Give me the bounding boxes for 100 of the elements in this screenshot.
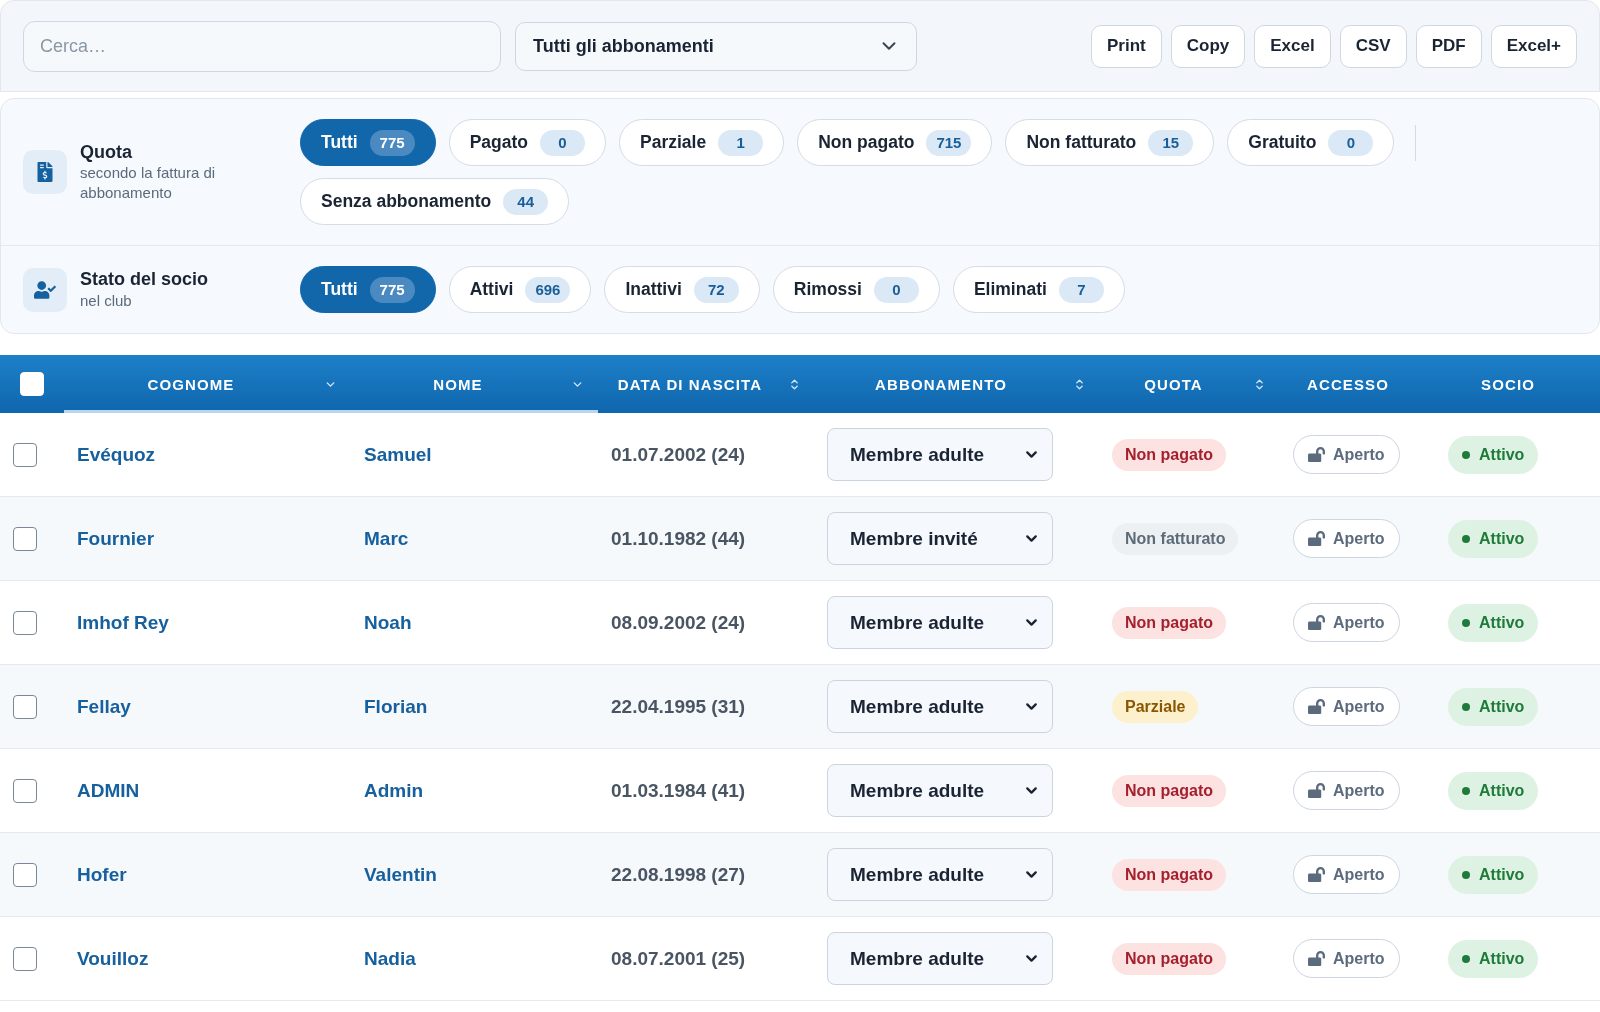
access-button[interactable]: Aperto — [1293, 771, 1400, 810]
first-name-link[interactable]: Valentin — [364, 863, 437, 886]
filter-title: Quota — [80, 141, 133, 164]
column-header[interactable]: DATA DI NASCITA — [598, 355, 815, 413]
padlock-open-icon — [1308, 950, 1325, 967]
filter-subtitle: nel club — [80, 290, 133, 311]
first-name-link[interactable]: Nadia — [364, 947, 416, 970]
membership-select[interactable]: Membre adulte — [827, 848, 1053, 901]
access-button[interactable]: Aperto — [1293, 435, 1400, 474]
row-checkbox[interactable] — [13, 694, 37, 719]
count-badge: 1 — [718, 129, 764, 156]
first-name-link[interactable]: Noah — [364, 611, 412, 634]
member-status-badge: Attivo — [1448, 519, 1539, 558]
status-dot-icon — [1462, 954, 1470, 963]
first-name-link[interactable]: Marc — [364, 527, 409, 550]
export-button[interactable]: Print — [1091, 24, 1162, 68]
export-button[interactable]: Copy — [1170, 24, 1246, 68]
first-name-link[interactable]: Florian — [364, 695, 428, 718]
filter-subtitle: secondo la fattura di abbonamento — [80, 163, 217, 203]
filter-title: Stato del socio — [80, 268, 209, 291]
row-checkbox[interactable] — [13, 526, 37, 551]
padlock-open-icon — [1308, 866, 1325, 883]
membership-select[interactable]: Membre adulte — [827, 428, 1053, 481]
filter-chip[interactable]: Inattivi 72 — [604, 266, 760, 313]
access-button[interactable]: Aperto — [1293, 855, 1400, 894]
status-dot-icon — [1462, 450, 1470, 459]
padlock-open-icon — [1308, 446, 1325, 463]
column-header[interactable]: NOME — [351, 355, 598, 413]
access-button[interactable]: Aperto — [1293, 519, 1400, 558]
filter-chip[interactable]: Eliminati 7 — [952, 266, 1125, 313]
surname-link[interactable]: ADMIN — [77, 779, 140, 802]
row-checkbox[interactable] — [13, 610, 37, 635]
sort-icon — [1073, 377, 1086, 391]
surname-link[interactable]: Imhof Rey — [77, 611, 169, 634]
first-name-link[interactable]: Admin — [364, 779, 424, 802]
first-name-link[interactable]: Samuel — [364, 443, 432, 466]
user-check-icon — [23, 267, 67, 312]
birth-date: 22.04.1995 (31) — [611, 695, 746, 718]
filter-chip[interactable]: Gratuito 0 — [1227, 119, 1395, 166]
surname-link[interactable]: Evéquoz — [77, 443, 156, 466]
filter-chip[interactable]: Senza abbonamento 44 — [300, 178, 570, 225]
export-button[interactable]: PDF — [1415, 24, 1482, 68]
member-status-badge: Attivo — [1448, 603, 1539, 642]
count-badge: 15 — [1148, 129, 1194, 156]
membership-select[interactable]: Membre adulte — [827, 596, 1053, 649]
subscription-select[interactable]: Tutti gli abbonamenti — [515, 21, 917, 71]
export-button[interactable]: CSV — [1339, 24, 1407, 68]
padlock-open-icon — [1308, 614, 1325, 631]
select-all-checkbox[interactable] — [20, 372, 44, 396]
filter-chip[interactable]: Attivi 696 — [448, 266, 592, 313]
row-checkbox[interactable] — [13, 442, 37, 467]
member-status-badge: Attivo — [1448, 855, 1539, 894]
status-dot-icon — [1462, 618, 1470, 627]
quota-status-badge: Non fatturato — [1112, 522, 1239, 555]
filter-chip[interactable]: Rimossi 0 — [772, 266, 940, 313]
column-header[interactable]: ABBONAMENTO — [815, 355, 1100, 413]
member-status-badge: Attivo — [1448, 771, 1539, 810]
filter-chip[interactable]: Non fatturato 15 — [1005, 119, 1215, 166]
export-button[interactable]: Excel — [1254, 24, 1331, 68]
search-field[interactable]: Cerca… — [23, 20, 501, 72]
count-badge: 72 — [693, 276, 739, 303]
membership-select[interactable]: Membre invité — [827, 512, 1053, 565]
surname-link[interactable]: Vouilloz — [77, 947, 149, 970]
filter-chip[interactable]: Parziale 1 — [619, 119, 785, 166]
padlock-open-icon — [1308, 698, 1325, 715]
count-badge: 715 — [926, 129, 972, 156]
row-checkbox[interactable] — [13, 862, 37, 887]
surname-link[interactable]: Fellay — [77, 695, 131, 718]
access-button[interactable]: Aperto — [1293, 687, 1400, 726]
filter-chip[interactable]: Non pagato 715 — [797, 119, 993, 166]
quota-status-badge: Non pagato — [1112, 606, 1226, 639]
filter-chip[interactable]: Tutti 775 — [300, 119, 436, 166]
filter-chip[interactable]: Pagato 0 — [448, 119, 606, 166]
status-dot-icon — [1462, 702, 1470, 711]
export-button[interactable]: Excel+ — [1490, 24, 1577, 68]
birth-date: 08.07.2001 (25) — [611, 947, 746, 970]
birth-date: 08.09.2002 (24) — [611, 611, 746, 634]
access-button[interactable]: Aperto — [1293, 603, 1400, 642]
filter-chip[interactable]: Tutti 775 — [300, 266, 436, 313]
birth-date: 01.07.2002 (24) — [611, 443, 746, 466]
sort-icon — [1253, 377, 1266, 391]
column-header: SOCIO — [1480, 374, 1536, 395]
membership-select[interactable]: Membre adulte — [827, 764, 1053, 817]
status-dot-icon — [1462, 534, 1470, 543]
surname-link[interactable]: Hofer — [77, 863, 127, 886]
status-dot-icon — [1462, 786, 1470, 795]
count-badge: 775 — [369, 276, 415, 303]
membership-select[interactable]: Membre adulte — [827, 680, 1053, 733]
count-badge: 7 — [1058, 276, 1104, 303]
status-dot-icon — [1462, 870, 1470, 879]
membership-select[interactable]: Membre adulte — [827, 932, 1053, 985]
count-badge: 0 — [873, 276, 919, 303]
access-button[interactable]: Aperto — [1293, 939, 1400, 978]
column-header[interactable]: QUOTA — [1100, 355, 1280, 413]
quota-status-badge: Parziale — [1112, 690, 1199, 723]
surname-link[interactable]: Fournier — [77, 527, 155, 550]
row-checkbox[interactable] — [13, 778, 37, 803]
row-checkbox[interactable] — [13, 946, 37, 971]
count-badge: 0 — [540, 129, 585, 156]
column-header[interactable]: COGNOME — [64, 355, 351, 413]
